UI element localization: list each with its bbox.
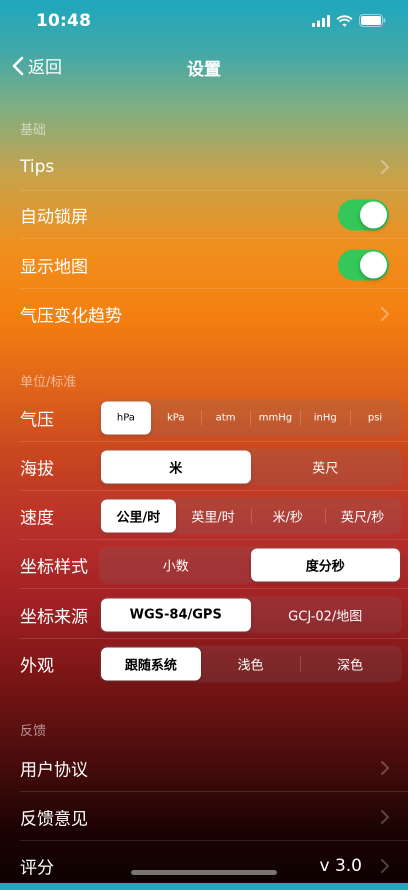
row-speed-unit: 速度 公里/时 英里/时 米/秒 英尺/秒 xyxy=(0,491,408,540)
auto-lock-toggle[interactable] xyxy=(338,199,389,231)
segment-fps[interactable]: 英尺/秒 xyxy=(325,499,400,532)
segment-wgs84[interactable]: WGS-84/GPS xyxy=(101,598,251,631)
version-value: v 3.0 xyxy=(319,856,363,876)
nav-bar: 返回 设置 xyxy=(0,44,408,88)
segment-psi[interactable]: psi xyxy=(350,401,400,434)
toggle-knob xyxy=(360,251,387,279)
altitude-unit-label: 海拔 xyxy=(20,459,54,479)
segment-dms[interactable]: 度分秒 xyxy=(250,548,400,581)
row-show-map: 显示地图 xyxy=(0,241,408,289)
coord-style-segmented: 小数 度分秒 xyxy=(99,546,402,583)
page-title: 设置 xyxy=(187,60,221,80)
segment-mph[interactable]: 英里/时 xyxy=(176,499,251,532)
show-map-toggle[interactable] xyxy=(338,249,389,281)
chevron-right-icon xyxy=(381,761,389,775)
pressure-unit-label: 气压 xyxy=(20,410,54,430)
row-tips[interactable]: Tips xyxy=(0,143,408,191)
appearance-label: 外观 xyxy=(20,656,54,676)
coord-style-label: 坐标样式 xyxy=(20,557,88,577)
segment-mmhg[interactable]: mmHg xyxy=(250,401,300,434)
user-agreement-label: 用户协议 xyxy=(20,760,88,781)
row-pressure-trend[interactable]: 气压变化趋势 xyxy=(0,290,408,338)
segment-kmh[interactable]: 公里/时 xyxy=(101,499,176,532)
chevron-right-icon xyxy=(381,307,389,321)
segment-feet[interactable]: 英尺 xyxy=(251,450,401,483)
home-indicator[interactable] xyxy=(131,870,277,875)
feedback-label: 反馈意见 xyxy=(20,809,88,830)
chevron-right-icon xyxy=(381,160,389,174)
status-time: 10:48 xyxy=(36,11,92,31)
row-divider xyxy=(20,238,408,239)
status-icons xyxy=(312,14,386,27)
row-tips-label: Tips xyxy=(20,157,55,177)
row-coord-source: 坐标来源 WGS-84/GPS GCJ-02/地图 xyxy=(0,590,408,639)
toggle-knob xyxy=(360,201,387,229)
coord-source-label: 坐标来源 xyxy=(20,607,88,627)
segment-light[interactable]: 浅色 xyxy=(201,647,301,680)
row-divider xyxy=(20,840,408,841)
row-pressure-unit: 气压 hPa kPa atm mmHg inHg psi xyxy=(0,393,408,442)
row-pressure-trend-label: 气压变化趋势 xyxy=(20,306,122,327)
chevron-right-icon xyxy=(381,810,389,824)
section-header-units: 单位/标准 xyxy=(20,375,77,390)
segment-meter[interactable]: 米 xyxy=(101,450,251,483)
segment-gcj02[interactable]: GCJ-02/地图 xyxy=(251,598,401,631)
appearance-segmented: 跟随系统 浅色 深色 xyxy=(99,645,402,682)
altitude-unit-segmented: 米 英尺 xyxy=(99,448,402,485)
segment-kpa[interactable]: kPa xyxy=(151,401,201,434)
wifi-icon xyxy=(336,14,353,27)
row-divider xyxy=(20,791,408,792)
row-auto-lock: 自动锁屏 xyxy=(0,191,408,239)
row-divider xyxy=(20,288,408,289)
segment-mps[interactable]: 米/秒 xyxy=(250,499,326,532)
row-show-map-label: 显示地图 xyxy=(20,257,88,278)
coord-source-segmented: WGS-84/GPS GCJ-02/地图 xyxy=(99,596,402,633)
section-header-basic: 基础 xyxy=(20,123,47,138)
battery-icon xyxy=(359,14,386,27)
segment-hpa[interactable]: hPa xyxy=(101,401,151,434)
speed-unit-label: 速度 xyxy=(20,508,54,528)
row-altitude-unit: 海拔 米 英尺 xyxy=(0,442,408,491)
segment-follow-system[interactable]: 跟随系统 xyxy=(101,647,201,680)
row-appearance: 外观 跟随系统 浅色 深色 xyxy=(0,639,408,688)
pressure-unit-segmented: hPa kPa atm mmHg inHg psi xyxy=(99,399,402,436)
status-bar: 10:48 xyxy=(0,0,408,44)
segment-atm[interactable]: atm xyxy=(200,401,251,434)
row-user-agreement[interactable]: 用户协议 xyxy=(0,744,408,792)
segment-inhg[interactable]: inHg xyxy=(300,401,350,434)
rate-label: 评分 xyxy=(20,858,54,879)
segment-decimal[interactable]: 小数 xyxy=(101,548,251,581)
section-header-feedback: 反馈 xyxy=(20,724,47,739)
row-auto-lock-label: 自动锁屏 xyxy=(20,207,88,228)
chevron-right-icon xyxy=(381,859,389,873)
segment-dark[interactable]: 深色 xyxy=(300,647,400,680)
signal-icon xyxy=(312,14,330,27)
row-feedback[interactable]: 反馈意见 xyxy=(0,793,408,841)
row-divider xyxy=(20,588,408,589)
speed-unit-segmented: 公里/时 英里/时 米/秒 英尺/秒 xyxy=(99,497,402,534)
row-coord-style: 坐标样式 小数 度分秒 xyxy=(0,540,408,589)
